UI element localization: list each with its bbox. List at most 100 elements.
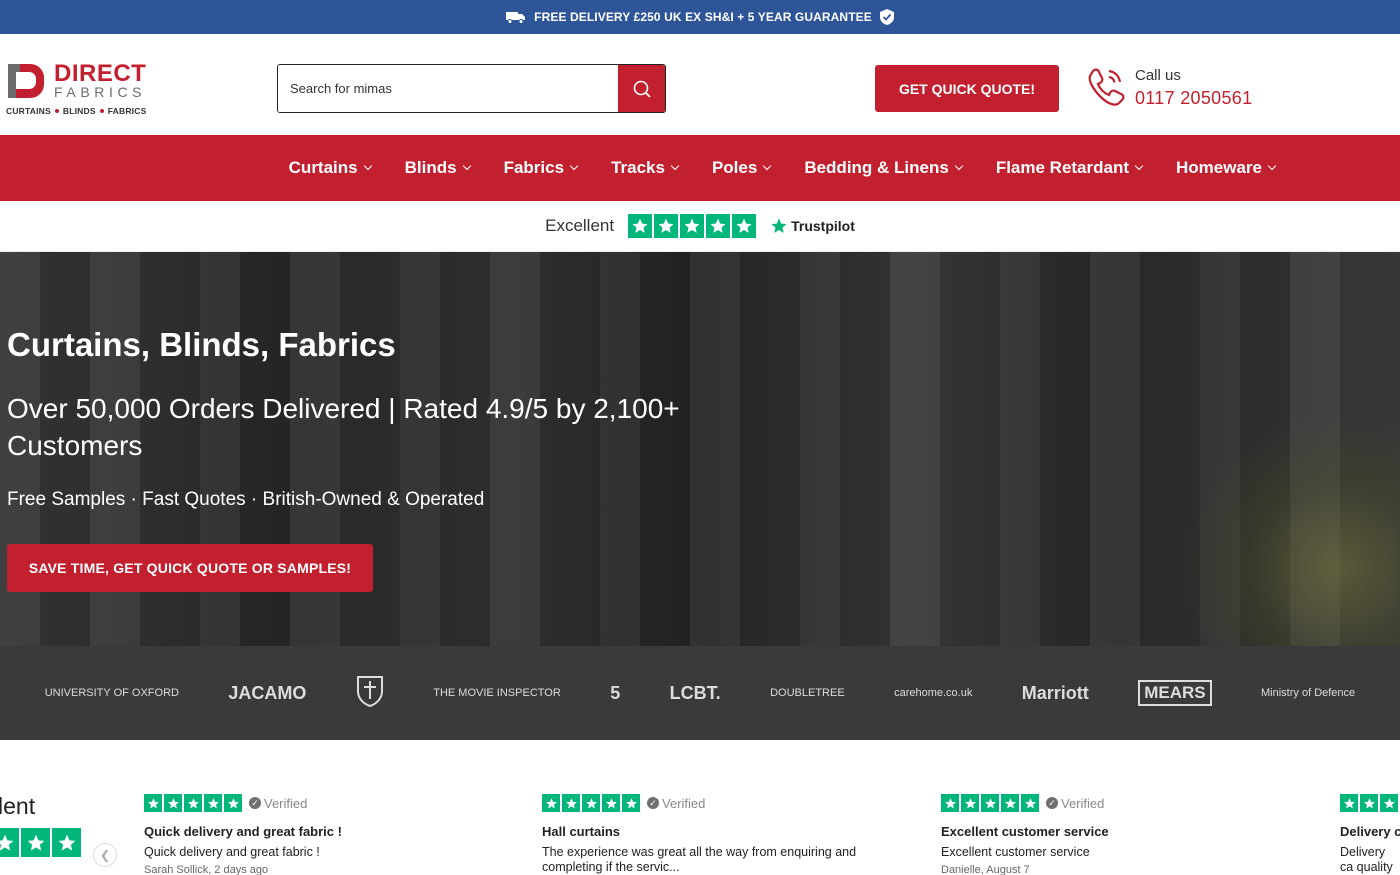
nav-item-poles[interactable]: Poles <box>712 158 772 178</box>
review-title: Excellent customer service <box>941 824 1109 839</box>
star-icon <box>0 828 19 857</box>
review-card[interactable]: ✓ Verified Hall curtains The experience w… <box>542 794 882 875</box>
nav-item-fabrics[interactable]: Fabrics <box>504 158 579 178</box>
review-card[interactable]: ✓ Verified Excellent customer service Exc… <box>941 794 1281 875</box>
review-body: The experience was great all the way fro… <box>542 845 857 874</box>
check-icon: ✓ <box>249 797 261 809</box>
client-logo-oxford: UNIVERSITY OF OXFORD <box>44 687 179 699</box>
crest-icon <box>356 675 384 712</box>
chevron-down-icon <box>1134 161 1144 171</box>
chevron-down-icon <box>954 161 964 171</box>
review-stars <box>941 794 1039 812</box>
verified-badge: ✓ Verified <box>249 796 307 811</box>
hero-headline: Over 50,000 Orders Delivered | Rated 4.9… <box>7 393 680 461</box>
star-icon <box>542 794 560 812</box>
chevron-down-icon <box>1267 161 1277 171</box>
review-title: Hall curtains <box>542 824 621 839</box>
search-input[interactable] <box>278 65 618 112</box>
check-icon: ✓ <box>647 797 659 809</box>
review-stars <box>542 794 640 812</box>
reviews-summary-stars <box>0 828 81 857</box>
review-card[interactable]: ✓ Verified Quick delivery and great fabri… <box>144 794 484 875</box>
client-logo-channel5: 5 <box>610 682 621 703</box>
review-author: Sarah Sollick, 2 days ago <box>144 864 269 875</box>
star-icon <box>941 794 959 812</box>
chevron-down-icon <box>462 161 471 171</box>
nav-item-homeware[interactable]: Homeware <box>1176 158 1277 178</box>
hero-cta-button[interactable]: SAVE TIME, GET QUICK QUOTE OR SAMPLES! <box>7 544 373 592</box>
hero-plant-decoration <box>1180 412 1400 646</box>
star-icon <box>52 828 81 857</box>
review-body: Excellent customer service <box>941 845 1090 859</box>
client-logo-jacamo: JACAMO <box>228 682 307 703</box>
call-us-block[interactable]: Call us 0117 2050561 <box>1087 67 1252 109</box>
star-icon <box>680 214 705 238</box>
phone-number[interactable]: 0117 2050561 <box>1135 88 1252 109</box>
trustpilot-star-icon <box>771 218 787 233</box>
star-icon <box>602 794 620 812</box>
star-icon <box>144 794 162 812</box>
review-title: Delivery c <box>1340 824 1400 839</box>
trustpilot-logo: Trustpilot <box>770 217 855 235</box>
client-logo-movie-inspector: THE MOVIE INSPECTOR <box>433 687 561 699</box>
trust-stars <box>628 214 757 238</box>
site-logo[interactable]: DIRECT FABRICS CURTAINS BLINDS FABRICS <box>6 60 156 124</box>
carousel-prev-button[interactable]: ❮ <box>93 843 117 867</box>
reviews-summary-label: lent <box>0 793 36 819</box>
logo-name-fabrics: FABRICS <box>54 84 147 100</box>
trustpilot-bar[interactable]: Excellent Trustpilot <box>0 201 1400 252</box>
client-logo-doubletree: DOUBLETREE <box>770 687 845 699</box>
star-icon <box>622 794 640 812</box>
nav-item-blinds[interactable]: Blinds <box>405 158 471 178</box>
review-card[interactable]: Delivery c Delivery ca quality curt <box>1340 794 1400 875</box>
review-stars <box>1340 794 1398 812</box>
hero-title: Curtains, Blinds, Fabrics <box>7 326 396 363</box>
promo-bar: FREE DELIVERY £250 UK EX SH&I + 5 YEAR G… <box>0 0 1400 34</box>
review-title: Quick delivery and great fabric ! <box>144 824 342 839</box>
chevron-down-icon <box>363 161 372 171</box>
nav-item-curtains[interactable]: Curtains <box>289 158 372 178</box>
shield-check-icon <box>879 9 894 25</box>
star-icon <box>628 214 653 238</box>
nav-item-bedding-linens[interactable]: Bedding & Linens <box>804 158 964 178</box>
star-icon <box>1001 794 1019 812</box>
search-button[interactable] <box>618 65 665 112</box>
main-nav: Curtains Blinds Fabrics Tracks Poles Bed… <box>0 135 1400 201</box>
star-icon <box>654 214 679 238</box>
star-icon <box>204 794 222 812</box>
get-quick-quote-button[interactable]: GET QUICK QUOTE! <box>875 65 1059 112</box>
search-bar <box>277 64 666 113</box>
star-icon <box>1340 794 1358 812</box>
chevron-down-icon <box>763 161 772 171</box>
star-icon <box>1380 794 1398 812</box>
client-logos-strip: UNIVERSITY OF OXFORD JACAMO THE MOVIE IN… <box>0 646 1400 740</box>
chevron-left-icon: ❮ <box>99 848 111 862</box>
star-icon <box>706 214 731 238</box>
site-header: DIRECT FABRICS CURTAINSBLINDSFABRICS GET… <box>0 34 1400 135</box>
star-icon <box>582 794 600 812</box>
chevron-down-icon <box>670 161 680 171</box>
star-icon <box>562 794 580 812</box>
client-logo-mod: Ministry of Defence <box>1261 687 1356 699</box>
verified-badge: ✓ Verified <box>1046 796 1104 811</box>
hero-subtitle: Free Samples · Fast Quotes · British-Own… <box>7 489 485 510</box>
star-icon <box>732 214 757 238</box>
client-logo-lcbt: LCBT. <box>669 682 721 703</box>
star-icon <box>1021 794 1039 812</box>
star-icon <box>164 794 182 812</box>
phone-icon <box>1088 68 1125 106</box>
call-us-label: Call us <box>1135 67 1181 84</box>
review-stars <box>144 794 242 812</box>
star-icon <box>961 794 979 812</box>
nav-item-flame-retardant[interactable]: Flame Retardant <box>996 158 1144 178</box>
client-logo-mears: MEARS <box>1138 680 1212 706</box>
star-icon <box>224 794 242 812</box>
logo-mark-icon <box>8 64 44 98</box>
star-icon <box>1360 794 1378 812</box>
hero-banner: Curtains, Blinds, Fabrics Over 50,000 Or… <box>0 252 1400 646</box>
nav-item-tracks[interactable]: Tracks <box>611 158 680 178</box>
logo-tagline: CURTAINS BLINDS FABRICS <box>6 106 147 116</box>
delivery-truck-icon <box>506 12 526 24</box>
review-body: Quick delivery and great fabric ! <box>144 845 320 859</box>
search-icon <box>633 80 651 98</box>
